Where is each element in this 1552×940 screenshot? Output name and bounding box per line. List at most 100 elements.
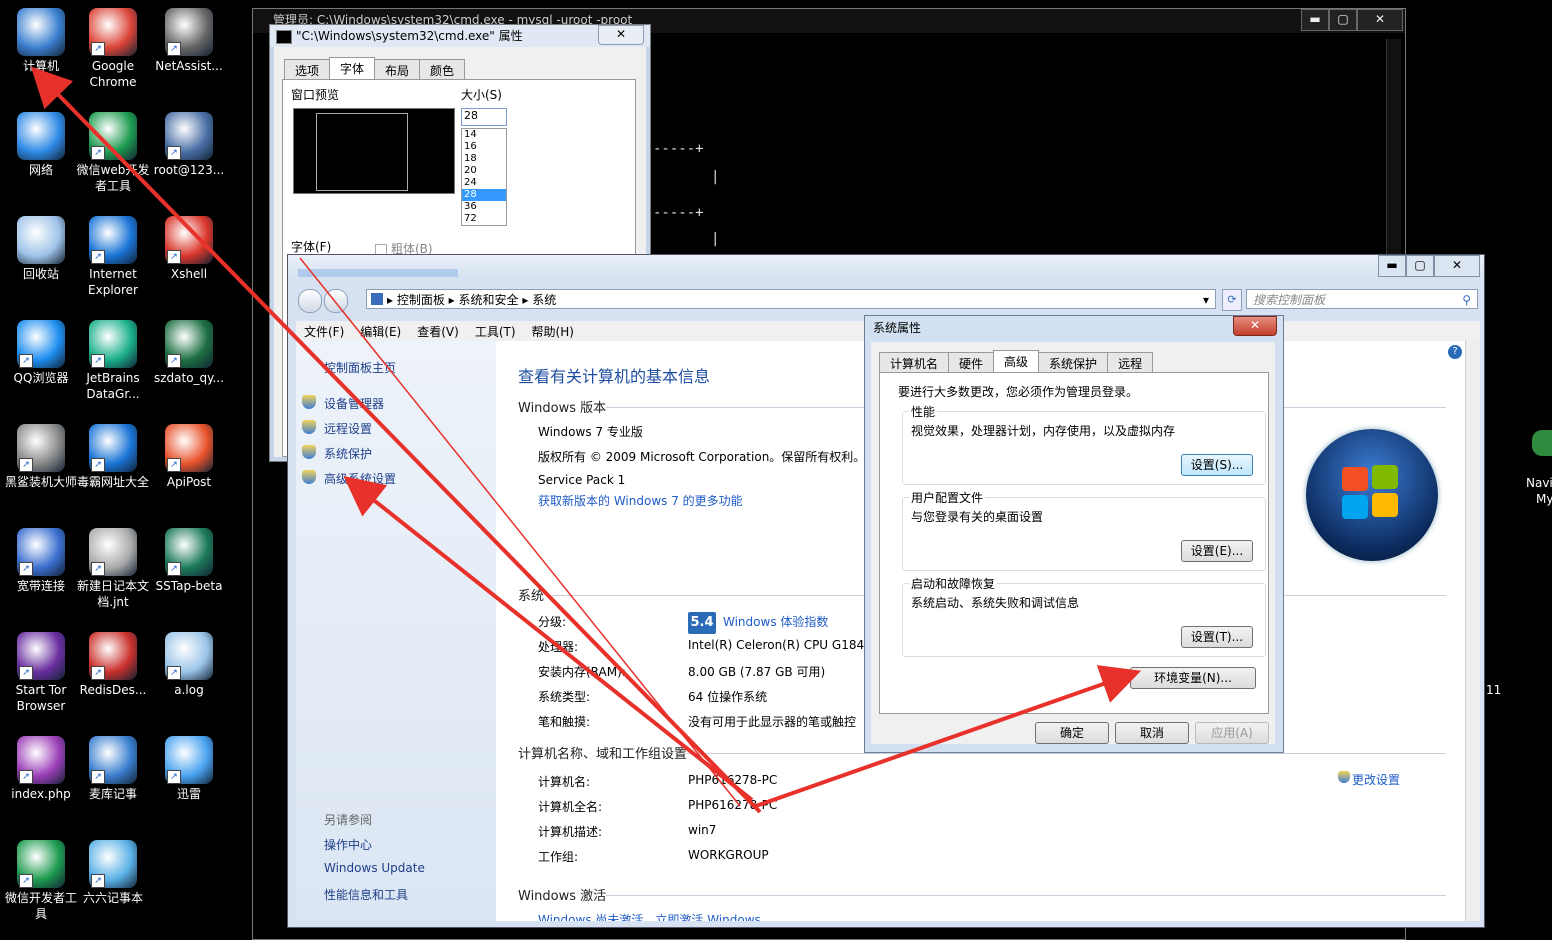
size-option[interactable]: 72 xyxy=(462,213,506,225)
menu-view[interactable]: 查看(V) xyxy=(409,321,467,341)
shortcut-arrow-icon: ↗ xyxy=(167,666,181,680)
action-center-link[interactable]: 操作中心 xyxy=(324,836,372,853)
desktop-icon-label: ApiPost xyxy=(166,475,212,489)
search-input[interactable]: 搜索控制面板 ⚲ xyxy=(1246,289,1478,309)
size-option[interactable]: 28 xyxy=(462,189,506,201)
search-icon[interactable]: ⚲ xyxy=(1462,290,1471,310)
desktop-icon[interactable]: ↗ 六六记事本 xyxy=(76,840,150,906)
desktop-icon[interactable]: ↗ root@123... xyxy=(152,112,226,178)
shortcut-arrow-icon: ↗ xyxy=(19,562,33,576)
system-properties-dialog: 系统属性 ✕ 计算机名 硬件 高级 系统保护 远程 要进行大多数更改，您必须作为… xyxy=(864,315,1284,753)
tab-advanced[interactable]: 高级 xyxy=(993,350,1040,374)
size-option[interactable]: 18 xyxy=(462,153,506,165)
device-manager-link[interactable]: 设备管理器 xyxy=(324,395,384,412)
performance-settings-button[interactable]: 设置(S)... xyxy=(1181,454,1253,476)
startup-settings-button[interactable]: 设置(T)... xyxy=(1181,626,1253,648)
menu-tools[interactable]: 工具(T) xyxy=(467,321,524,341)
desktop-icon[interactable]: ↗ Xshell xyxy=(152,216,226,282)
desktop-icon[interactable]: ↗ NetAssist... xyxy=(152,8,226,74)
info-value: win7 xyxy=(688,823,717,837)
minimize-button[interactable]: ▬ xyxy=(1378,255,1406,277)
refresh-icon[interactable]: ⟳ xyxy=(1222,289,1242,311)
desktop-icon[interactable]: ↗ 毒霸网址大全 xyxy=(76,424,150,490)
back-button[interactable] xyxy=(298,289,322,313)
desktop-icon[interactable]: ↗ Start Tor Browser xyxy=(4,632,78,714)
windows-flag-red xyxy=(1342,467,1368,491)
desktop-icon-label: QQ浏览器 xyxy=(13,371,69,385)
maximize-button[interactable]: ▢ xyxy=(1406,255,1434,277)
size-option[interactable]: 24 xyxy=(462,177,506,189)
ok-button[interactable]: 确定 xyxy=(1035,722,1109,744)
desktop-icon[interactable]: 回收站 xyxy=(4,216,78,282)
maximize-button[interactable]: ▢ xyxy=(1329,9,1357,31)
info-key: 工作组: xyxy=(538,850,579,864)
minimize-button[interactable]: ▬ xyxy=(1301,9,1329,31)
address-bar[interactable]: ▸ 控制面板 ▸ 系统和安全 ▸ 系统 ▾ xyxy=(366,289,1216,309)
size-option[interactable]: 36 xyxy=(462,201,506,213)
change-settings-link[interactable]: 更改设置 xyxy=(1352,771,1400,788)
desktop-icon-label: 六六记事本 xyxy=(82,891,143,905)
shortcut-arrow-icon: ↗ xyxy=(91,874,105,888)
desktop-icon[interactable]: ↗ Google Chrome xyxy=(76,8,150,90)
preview-label: 窗口预览 xyxy=(291,88,340,102)
desktop-icon[interactable]: ↗ index.php xyxy=(4,736,78,802)
desktop-icon[interactable]: ↗ 微信开发者工具 xyxy=(4,840,78,922)
environment-variables-button[interactable]: 环境变量(N)... xyxy=(1130,667,1256,689)
menu-edit[interactable]: 编辑(E) xyxy=(352,321,409,341)
shortcut-arrow-icon: ↗ xyxy=(19,354,33,368)
menu-file[interactable]: 文件(F) xyxy=(296,321,352,341)
shortcut-arrow-icon: ↗ xyxy=(167,562,181,576)
forward-button[interactable] xyxy=(324,289,348,313)
desktop-icon[interactable]: ↗ a.log xyxy=(152,632,226,698)
cp-scrollbar[interactable] xyxy=(1465,341,1480,921)
desktop-icon[interactable]: ↗ 黑鲨装机大师 xyxy=(4,424,78,490)
size-list[interactable]: 14 16 18 20 24 28 36 72 xyxy=(461,128,507,226)
profile-settings-button[interactable]: 设置(E)... xyxy=(1181,540,1253,562)
navicat-icon[interactable] xyxy=(1532,430,1552,456)
more-features-link[interactable]: 获取新版本的 Windows 7 的更多功能 xyxy=(538,492,743,509)
desktop-icon[interactable]: ↗ RedisDes... xyxy=(76,632,150,698)
tab-font[interactable]: 字体 xyxy=(329,57,376,81)
datagrip-icon: ↗ xyxy=(89,320,137,368)
chevron-down-icon[interactable]: ▾ xyxy=(1203,290,1209,310)
size-option[interactable]: 20 xyxy=(462,165,506,177)
size-option[interactable]: 16 xyxy=(462,141,506,153)
desktop-icon[interactable]: ↗ szdato_qy... xyxy=(152,320,226,386)
desktop-icon[interactable]: ↗ QQ浏览器 xyxy=(4,320,78,386)
desktop-icon[interactable]: ↗ 迅雷 xyxy=(152,736,226,802)
ie-icon: ↗ xyxy=(89,424,137,472)
desktop-icon[interactable]: ↗ 微信web开发者工具 xyxy=(76,112,150,194)
help-icon[interactable]: ? xyxy=(1448,345,1462,359)
desktop-icon[interactable]: ↗ 宽带连接 xyxy=(4,528,78,594)
journal-file-icon: ↗ xyxy=(89,528,137,576)
close-button[interactable]: ✕ xyxy=(1434,255,1480,277)
activate-link[interactable]: Windows 尚未激活。立即激活 Windows xyxy=(538,911,761,921)
size-input[interactable]: 28 xyxy=(461,108,507,126)
remote-settings-link[interactable]: 远程设置 xyxy=(324,420,372,437)
desktop-icon[interactable]: ↗ SSTap-beta xyxy=(152,528,226,594)
shield-icon xyxy=(1338,771,1350,783)
shortcut-arrow-icon: ↗ xyxy=(91,42,105,56)
desktop-icon[interactable]: ↗ 新建日记本文档.jnt xyxy=(76,528,150,610)
desktop-icon-label: Xshell xyxy=(170,267,208,281)
system-protection-link[interactable]: 系统保护 xyxy=(324,445,372,462)
close-button[interactable]: ✕ xyxy=(1233,316,1277,336)
menu-help[interactable]: 帮助(H) xyxy=(524,321,582,341)
perf-info-link[interactable]: 性能信息和工具 xyxy=(324,886,408,903)
desktop-icon[interactable]: ↗ JetBrains DataGr... xyxy=(76,320,150,402)
cancel-button[interactable]: 取消 xyxy=(1115,722,1189,744)
desktop-icon-label: 新建日记本文档.jnt xyxy=(76,579,149,609)
cp-home-link[interactable]: 控制面板主页 xyxy=(324,359,396,376)
close-button[interactable]: ✕ xyxy=(598,25,644,45)
experience-index-link[interactable]: Windows 体验指数 xyxy=(723,613,828,630)
desktop-icon[interactable]: 网络 xyxy=(4,112,78,178)
apply-button[interactable]: 应用(A) xyxy=(1195,722,1269,744)
windows-update-link[interactable]: Windows Update xyxy=(324,861,425,875)
size-option[interactable]: 14 xyxy=(462,129,506,141)
advanced-system-settings-link[interactable]: 高级系统设置 xyxy=(324,470,396,487)
desktop-icon[interactable]: ↗ Internet Explorer xyxy=(76,216,150,298)
desktop-icon[interactable]: ↗ ApiPost xyxy=(152,424,226,490)
close-button[interactable]: ✕ xyxy=(1357,9,1403,31)
desktop-icon[interactable]: ↗ 麦库记事 xyxy=(76,736,150,802)
desktop-icon[interactable]: 计算机 xyxy=(4,8,78,74)
